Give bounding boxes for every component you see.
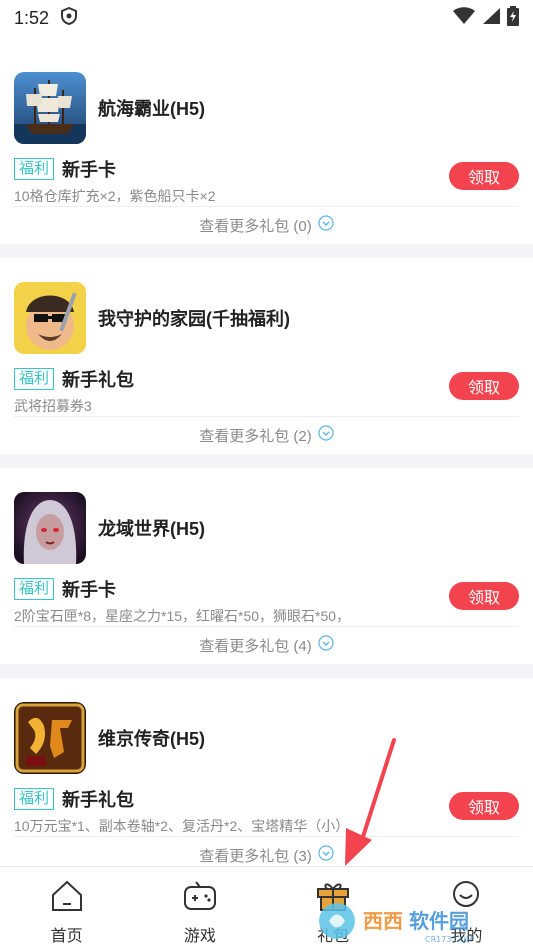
more-gifts-link[interactable]: 查看更多礼包 (2) — [14, 416, 519, 454]
gift-name: 新手礼包 — [62, 370, 135, 390]
gift-info: 福利 新手卡 2阶宝石匣*8，星座之力*15，红曜石*50，狮眼石*50， — [14, 576, 519, 626]
gift-icon — [315, 879, 351, 918]
more-gifts-link[interactable]: 查看更多礼包 (4) — [14, 626, 519, 664]
home-icon — [50, 879, 84, 918]
more-gifts-label: 查看更多礼包 (2) — [199, 428, 312, 445]
game-icon-viking-legend[interactable] — [14, 702, 86, 774]
game-icon-dark-sorceress[interactable] — [14, 492, 86, 564]
tab-gifts-label: 礼包 — [317, 928, 350, 945]
chevron-down-icon — [318, 215, 334, 236]
game-icon-warrior[interactable] — [14, 282, 86, 354]
bottom-tab-bar: 首页 游戏 礼包 我的 — [0, 866, 533, 948]
claim-button[interactable]: 领取 — [449, 582, 519, 610]
status-time: 1:52 — [14, 7, 50, 28]
gift-row: 福利 新手卡 10格仓库扩充×2，紫色船只卡×2 领取 — [14, 156, 519, 206]
gift-description: 10万元宝*1、副本卷轴*2、复活丹*2、宝塔精华（小） — [14, 818, 350, 834]
card-header[interactable]: 维京传奇(H5) — [14, 678, 519, 778]
gift-name-line: 福利 新手卡 — [14, 576, 519, 602]
tab-games-label: 游戏 — [183, 928, 216, 945]
chevron-down-icon — [318, 635, 334, 656]
more-gifts-label: 查看更多礼包 (3) — [199, 848, 312, 865]
wifi-icon — [453, 6, 475, 30]
game-title[interactable]: 维京传奇(H5) — [98, 725, 205, 751]
gift-name-line: 福利 新手卡 — [14, 156, 519, 182]
welfare-tag: 福利 — [14, 368, 55, 390]
gift-name: 新手礼包 — [62, 790, 135, 810]
gift-row: 福利 新手礼包 10万元宝*1、副本卷轴*2、复活丹*2、宝塔精华（小） 领取 — [14, 786, 519, 836]
more-gifts-link[interactable]: 查看更多礼包 (3) — [14, 836, 519, 866]
gift-info: 福利 新手礼包 10万元宝*1、副本卷轴*2、复活丹*2、宝塔精华（小） — [14, 786, 519, 836]
profile-icon — [449, 879, 483, 918]
tab-profile[interactable]: 我的 — [400, 867, 533, 948]
game-title[interactable]: 航海霸业(H5) — [98, 95, 205, 121]
gift-name: 新手卡 — [62, 160, 117, 180]
signal-icon — [481, 7, 501, 30]
gift-feed[interactable]: 航海霸业(H5) 福利 新手卡 10格仓库扩充×2，紫色船只卡×2 领取 查看更… — [0, 48, 533, 866]
battery-icon — [507, 5, 519, 31]
card-header[interactable]: 我守护的家园(千抽福利) — [14, 258, 519, 358]
gift-card: 航海霸业(H5) 福利 新手卡 10格仓库扩充×2，紫色船只卡×2 领取 查看更… — [0, 48, 533, 244]
game-title[interactable]: 龙域世界(H5) — [98, 515, 205, 541]
tab-home-label: 首页 — [50, 928, 83, 945]
chevron-down-icon — [318, 425, 334, 446]
game-icon-sailing-ship[interactable] — [14, 72, 86, 144]
tab-profile-label: 我的 — [450, 928, 483, 945]
welfare-tag: 福利 — [14, 578, 55, 600]
gift-description: 2阶宝石匣*8，星座之力*15，红曜石*50，狮眼石*50， — [14, 608, 351, 624]
gift-card: 龙域世界(H5) 福利 新手卡 2阶宝石匣*8，星座之力*15，红曜石*50，狮… — [0, 468, 533, 664]
gift-name-line: 福利 新手礼包 — [14, 786, 519, 812]
status-left: 1:52 — [14, 6, 78, 30]
gift-name: 新手卡 — [62, 580, 117, 600]
welfare-tag: 福利 — [14, 788, 55, 810]
gift-description: 10格仓库扩充×2，紫色船只卡×2 — [14, 188, 216, 204]
card-header[interactable]: 龙域世界(H5) — [14, 468, 519, 568]
more-gifts-label: 查看更多礼包 (4) — [199, 638, 312, 655]
gift-card: 维京传奇(H5) 福利 新手礼包 10万元宝*1、副本卷轴*2、复活丹*2、宝塔… — [0, 678, 533, 866]
gift-info: 福利 新手卡 10格仓库扩充×2，紫色船只卡×2 — [14, 156, 519, 206]
chevron-down-icon — [318, 845, 334, 866]
card-header[interactable]: 航海霸业(H5) — [14, 48, 519, 148]
game-title[interactable]: 我守护的家园(千抽福利) — [98, 305, 290, 331]
gift-info: 福利 新手礼包 武将招募券3 — [14, 366, 519, 416]
gift-card: 我守护的家园(千抽福利) 福利 新手礼包 武将招募券3 领取 查看更多礼包 (2… — [0, 258, 533, 454]
status-bar: 1:52 — [0, 0, 533, 36]
tab-gifts[interactable]: 礼包 — [267, 867, 400, 948]
shield-icon — [61, 6, 78, 30]
gift-name-line: 福利 新手礼包 — [14, 366, 519, 392]
claim-button[interactable]: 领取 — [449, 162, 519, 190]
tab-home[interactable]: 首页 — [0, 867, 133, 948]
gamepad-icon — [182, 879, 218, 918]
gift-row: 福利 新手卡 2阶宝石匣*8，星座之力*15，红曜石*50，狮眼石*50， 领取 — [14, 576, 519, 626]
more-gifts-label: 查看更多礼包 (0) — [199, 218, 312, 235]
status-right — [453, 5, 519, 31]
more-gifts-link[interactable]: 查看更多礼包 (0) — [14, 206, 519, 244]
gift-description: 武将招募券3 — [14, 398, 92, 414]
welfare-tag: 福利 — [14, 158, 55, 180]
gift-row: 福利 新手礼包 武将招募券3 领取 — [14, 366, 519, 416]
claim-button[interactable]: 领取 — [449, 792, 519, 820]
tab-games[interactable]: 游戏 — [133, 867, 266, 948]
claim-button[interactable]: 领取 — [449, 372, 519, 400]
